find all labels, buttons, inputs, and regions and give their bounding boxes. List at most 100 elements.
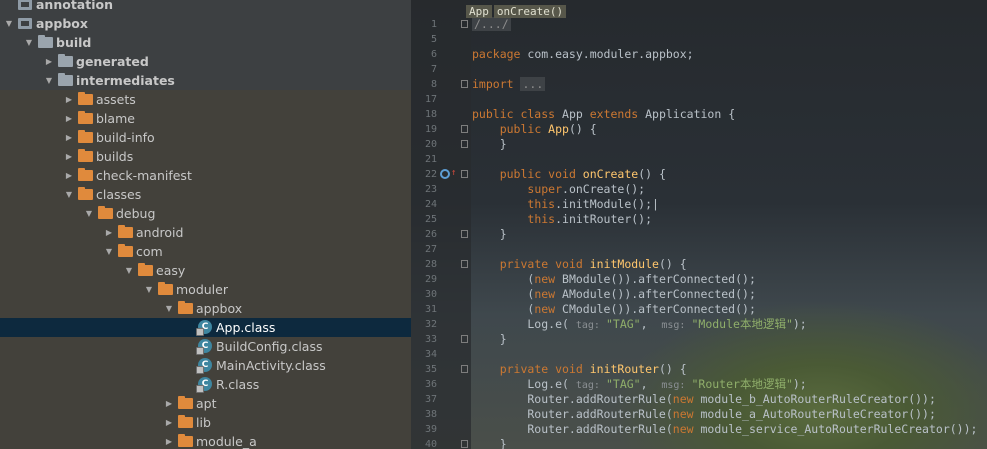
chevron-down-icon[interactable]: ▼ (104, 242, 114, 261)
code-line[interactable]: 23 super.onCreate(); (411, 182, 987, 197)
code-token: , (640, 317, 662, 331)
tree-item[interactable]: ▶ blame (0, 109, 411, 128)
chevron-down-icon[interactable]: ▼ (84, 204, 94, 223)
fold-toggle-icon[interactable] (461, 440, 468, 448)
tree-item[interactable]: ▼ build (0, 33, 411, 52)
code-token: } (472, 437, 507, 449)
code-line[interactable]: 19 public App() { (411, 122, 987, 137)
breadcrumb-item[interactable]: onCreate() (493, 5, 567, 18)
code-line[interactable]: 27 (411, 242, 987, 257)
tree-item[interactable]: ▶ build-info (0, 128, 411, 147)
chevron-right-icon[interactable]: ▶ (44, 52, 54, 71)
code-line[interactable]: 6 package com.easy.moduler.appbox; (411, 47, 987, 62)
chevron-right-icon[interactable]: ▶ (64, 166, 74, 185)
code-token: Router.addRouterRule( (472, 407, 673, 421)
tree-item[interactable]: ▶ generated (0, 52, 411, 71)
tree-item[interactable]: ▼ intermediates (0, 71, 411, 90)
code-token: App (548, 122, 569, 136)
fold-toggle-icon[interactable] (461, 230, 468, 238)
code-token: new (534, 302, 563, 316)
chevron-right-icon[interactable]: ▶ (164, 394, 174, 413)
code-line[interactable]: 30 (new AModule()).afterConnected(); (411, 287, 987, 302)
tree-item[interactable]: ▼ com (0, 242, 411, 261)
tree-item[interactable]: annotation (0, 0, 411, 14)
code-line[interactable]: 8 import ... (411, 77, 987, 92)
code-line[interactable]: 20 } (411, 137, 987, 152)
fold-toggle-icon[interactable] (461, 260, 468, 268)
code-line[interactable]: 39 Router.addRouterRule(new module_servi… (411, 422, 987, 437)
tree-item[interactable]: C BuildConfig.class (0, 337, 411, 356)
fold-toggle-icon[interactable] (461, 170, 468, 178)
tree-item[interactable]: ▶ android (0, 223, 411, 242)
code-line[interactable]: 32 Log.e( tag: "TAG", msg: "Module本地逻辑")… (411, 317, 987, 332)
chevron-right-icon[interactable]: ▶ (64, 109, 74, 128)
tree-item[interactable]: ▼ appbox (0, 299, 411, 318)
chevron-right-icon[interactable]: ▶ (164, 432, 174, 449)
tree-item[interactable]: ▼ debug (0, 204, 411, 223)
code-line[interactable]: 7 (411, 62, 987, 77)
code-line[interactable]: 24 this.initModule();| (411, 197, 987, 212)
code-line[interactable]: 37 Router.addRouterRule(new module_b_Aut… (411, 392, 987, 407)
chevron-down-icon[interactable]: ▼ (4, 14, 14, 33)
chevron-down-icon[interactable]: ▼ (164, 299, 174, 318)
code-line[interactable]: 5 (411, 32, 987, 47)
tree-item[interactable]: ▼ classes (0, 185, 411, 204)
chevron-down-icon[interactable]: ▼ (44, 71, 54, 90)
tree-item[interactable]: C App.class (0, 318, 411, 337)
folder-icon (158, 282, 173, 295)
code-line[interactable]: 31 (new CModule()).afterConnected(); (411, 302, 987, 317)
code-editor[interactable]: App onCreate() 1/.../5 6 package com.easy.m… (411, 0, 987, 449)
code-line[interactable]: 29 (new BModule()).afterConnected(); (411, 272, 987, 287)
code-line[interactable]: 21 (411, 152, 987, 167)
chevron-right-icon[interactable]: ▶ (64, 147, 74, 166)
override-marker-icon[interactable] (440, 166, 456, 181)
chevron-right-icon[interactable]: ▶ (104, 223, 114, 242)
code-line[interactable]: 35 private void initRouter() { (411, 362, 987, 377)
tree-item-label: moduler (176, 282, 228, 297)
tree-item[interactable]: ▶ builds (0, 147, 411, 166)
fold-toggle-icon[interactable] (461, 80, 468, 88)
tree-item[interactable]: ▼ easy (0, 261, 411, 280)
chevron-right-icon[interactable]: ▶ (64, 128, 74, 147)
chevron-down-icon[interactable]: ▼ (144, 280, 154, 299)
code-line[interactable]: 22 public void onCreate() { (411, 166, 987, 182)
code-line[interactable]: 34 (411, 347, 987, 362)
chevron-down-icon[interactable]: ▼ (24, 33, 34, 52)
breadcrumb-item[interactable]: App (466, 5, 492, 18)
tree-item[interactable]: ▶ apt (0, 394, 411, 413)
fold-toggle-icon[interactable] (461, 140, 468, 148)
chevron-right-icon[interactable]: ▶ (164, 413, 174, 432)
code-line[interactable]: 25 this.initRouter(); (411, 212, 987, 227)
fold-toggle-icon[interactable] (461, 20, 468, 28)
tree-item[interactable]: ▶ check-manifest (0, 166, 411, 185)
code-line[interactable]: 28 private void initModule() { (411, 257, 987, 272)
tree-item[interactable]: ▶ lib (0, 413, 411, 432)
tree-item[interactable]: ▼ moduler (0, 280, 411, 299)
code-line[interactable]: 26 } (411, 227, 987, 242)
code-line[interactable]: 33 } (411, 332, 987, 347)
chevron-right-icon[interactable]: ▶ (64, 90, 74, 109)
code-line[interactable]: 1 /.../ (411, 17, 987, 32)
code-line[interactable]: 40 } (411, 437, 987, 449)
tree-item[interactable]: C MainActivity.class (0, 356, 411, 375)
code-token: com.easy.moduler.appbox; (527, 47, 694, 61)
code-line[interactable]: 38 Router.addRouterRule(new module_a_Aut… (411, 407, 987, 422)
tree-item[interactable]: ▶ module_a (0, 432, 411, 449)
chevron-down-icon[interactable]: ▼ (64, 185, 74, 204)
project-tree[interactable]: annotation ▼ appbox ▼ build ▶ generated ▼ interm… (0, 0, 411, 449)
code-line[interactable]: 18 public class App extends Application { (411, 107, 987, 122)
fold-toggle-icon[interactable] (461, 335, 468, 343)
code-token: new (672, 407, 701, 421)
code-text: Router.addRouterRule(new module_service_… (472, 422, 977, 437)
tree-item[interactable]: ▶ assets (0, 90, 411, 109)
fold-toggle-icon[interactable] (461, 125, 468, 133)
code-token: super (527, 182, 563, 196)
line-number: 7 (430, 64, 437, 75)
tree-item[interactable]: ▼ appbox (0, 14, 411, 33)
code-line[interactable]: 17 (411, 92, 987, 107)
chevron-down-icon[interactable]: ▼ (124, 261, 134, 280)
code-line[interactable]: 36 Log.e( tag: "TAG", msg: "Router本地逻辑")… (411, 377, 987, 392)
tree-item[interactable]: C R.class (0, 375, 411, 394)
fold-toggle-icon[interactable] (461, 365, 468, 373)
